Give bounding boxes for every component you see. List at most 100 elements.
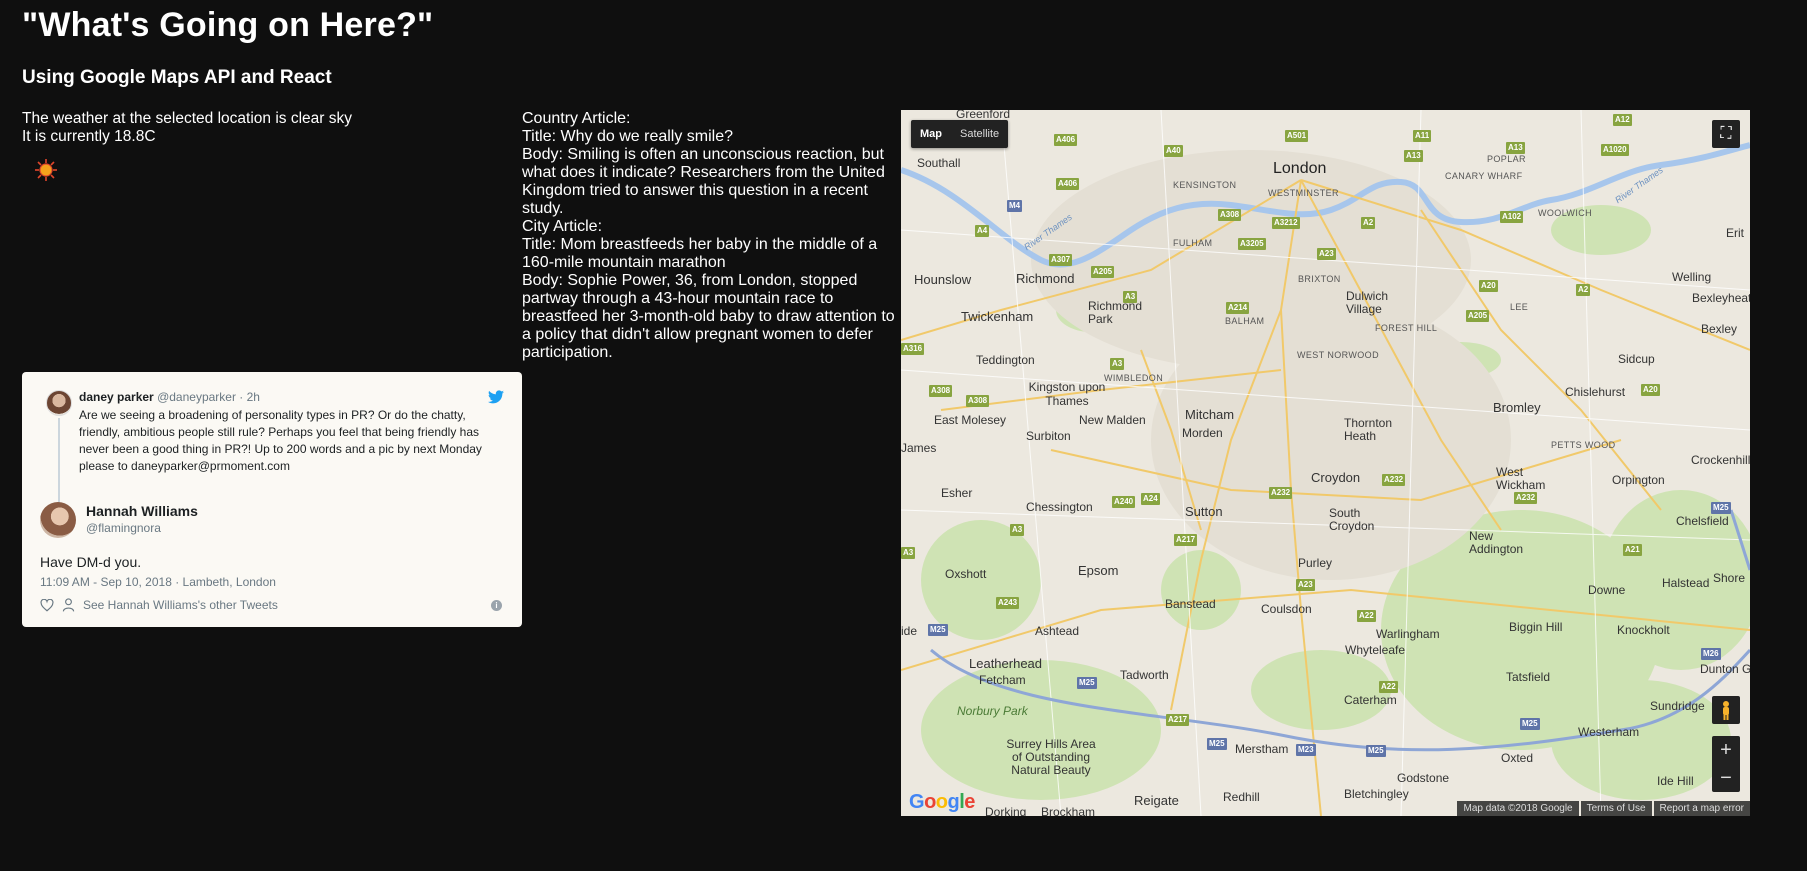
road-a217: A217 xyxy=(1174,534,1198,546)
road-a22: A22 xyxy=(1357,610,1376,622)
place-welling: Welling xyxy=(1672,270,1712,284)
twitter-bird-icon[interactable] xyxy=(488,390,504,404)
place-bletchingley: Bletchingley xyxy=(1344,787,1409,801)
report-map-error-link[interactable]: Report a map error xyxy=(1653,801,1750,816)
place-brockham: Brockham xyxy=(1041,805,1096,816)
road-a24: A24 xyxy=(1141,493,1160,505)
author-handle[interactable]: @flamingnora xyxy=(86,521,161,535)
info-icon[interactable]: i xyxy=(491,600,502,611)
place-biggin-hill: Biggin Hill xyxy=(1509,620,1563,634)
road-a22-south: A22 xyxy=(1379,681,1398,693)
road-a240: A240 xyxy=(1112,496,1136,508)
road-a13-east: A13 xyxy=(1506,142,1525,154)
pegman-icon[interactable] xyxy=(1712,696,1740,724)
place-banstead: Banstead xyxy=(1165,597,1216,611)
place-chessington: Chessington xyxy=(1026,500,1093,514)
place-west-wickham: West Wickham xyxy=(1496,465,1546,492)
zoom-in-button[interactable]: + xyxy=(1712,736,1740,764)
place-petts-wood: PETTS WOOD xyxy=(1551,440,1616,450)
place-coulsdon: Coulsdon xyxy=(1261,602,1312,616)
road-a205-east: A205 xyxy=(1466,310,1490,322)
place-southall: Southall xyxy=(917,156,961,170)
place-esher: Esher xyxy=(941,486,973,500)
embedded-tweet[interactable]: daney parker @daneyparker · 2h Are we se… xyxy=(22,372,522,627)
road-a4: A4 xyxy=(975,225,990,237)
place-hounslow: Hounslow xyxy=(914,272,972,287)
place-new-addington: New Addington xyxy=(1469,529,1524,556)
road-a232-east: A232 xyxy=(1514,492,1538,504)
weather-description: The weather at the selected location is … xyxy=(22,110,352,127)
heart-icon[interactable] xyxy=(40,598,54,612)
place-wimbledon: WIMBLEDON xyxy=(1104,373,1164,383)
road-a1020: A1020 xyxy=(1601,144,1629,156)
quoted-author-name[interactable]: daney parker xyxy=(79,390,154,404)
place-warlingham: Warlingham xyxy=(1376,627,1440,641)
author-name[interactable]: Hannah Williams xyxy=(86,503,198,519)
quoted-author-avatar[interactable] xyxy=(46,390,72,416)
place-side: ide xyxy=(901,624,918,638)
other-tweets-link[interactable]: See Hannah Williams's other Tweets xyxy=(83,598,278,612)
road-a2-east: A2 xyxy=(1576,284,1591,296)
place-east-molesey: East Molesey xyxy=(934,413,1007,427)
road-a13: A13 xyxy=(1404,150,1423,162)
place-richmond-park: Richmond Park xyxy=(1088,299,1143,326)
place-croydon: Croydon xyxy=(1311,470,1361,485)
road-a3-south: A3 xyxy=(1110,358,1125,370)
place-shoreham: Shore xyxy=(1713,571,1746,585)
fullscreen-icon[interactable]: ⛶ xyxy=(1712,120,1740,148)
city-article-body: Body: Sophie Power, 36, from London, sto… xyxy=(522,272,895,361)
author-avatar[interactable] xyxy=(40,502,76,538)
place-caterham: Caterham xyxy=(1344,693,1397,707)
map-type-satellite-button[interactable]: Satellite xyxy=(951,120,1008,148)
road-m25-south: M25 xyxy=(1077,677,1097,689)
road-a3: A3 xyxy=(1123,291,1138,303)
road-m4: M4 xyxy=(1007,200,1023,212)
road-m25-godstone: M25 xyxy=(1366,745,1386,757)
zoom-out-button[interactable]: − xyxy=(1712,764,1740,792)
place-bexleyheath: Bexleyheath xyxy=(1692,291,1750,305)
place-bromley: Bromley xyxy=(1493,400,1541,415)
place-westerham: Westerham xyxy=(1578,725,1640,739)
place-knockholt: Knockholt xyxy=(1617,623,1670,637)
place-godstone: Godstone xyxy=(1397,771,1450,785)
quoted-author-handle[interactable]: @daneyparker xyxy=(157,390,236,404)
page-title: "What's Going on Here?" xyxy=(22,6,434,44)
google-map[interactable]: London Greenford Southall KENSINGTON WES… xyxy=(901,110,1750,816)
road-a233: A232 xyxy=(1269,487,1293,499)
quoted-tweet-time[interactable]: · 2h xyxy=(239,390,260,404)
place-canary-wharf: CANARY WHARF xyxy=(1445,171,1523,181)
road-a20: A20 xyxy=(1479,280,1498,292)
tweet-actions: See Hannah Williams's other Tweets xyxy=(40,598,278,612)
road-m25-southeast: M25 xyxy=(1520,718,1540,730)
terms-of-use-link[interactable]: Terms of Use xyxy=(1580,801,1652,816)
road-a308: A308 xyxy=(1218,209,1242,221)
place-mitcham: Mitcham xyxy=(1185,407,1235,422)
road-a23: A23 xyxy=(1317,248,1336,260)
place-whyteleafe: Whyteleafe xyxy=(1345,643,1406,657)
tweet-timestamp-location[interactable]: 11:09 AM - Sep 10, 2018 · Lambeth, Londo… xyxy=(40,575,276,589)
road-a23-south: A23 xyxy=(1296,579,1315,591)
place-balham: BALHAM xyxy=(1225,316,1265,326)
country-article-title: Title: Why do we really smile? xyxy=(522,128,734,145)
place-lee: LEE xyxy=(1510,302,1529,312)
map-tiles[interactable] xyxy=(901,110,1750,816)
map-type-control: Map Satellite xyxy=(911,120,1009,148)
place-woolwich: WOOLWICH xyxy=(1538,208,1593,218)
road-a12: A12 xyxy=(1613,114,1632,126)
place-fulham: FULHAM xyxy=(1173,238,1213,248)
page-subtitle: Using Google Maps API and React xyxy=(22,67,332,88)
place-dunton-green: Dunton Gr xyxy=(1700,662,1750,676)
place-westminster: WESTMINSTER xyxy=(1268,188,1339,198)
place-poplar: POPLAR xyxy=(1487,154,1526,164)
road-a205: A205 xyxy=(1091,266,1115,278)
google-logo[interactable]: Google xyxy=(909,791,975,814)
place-thornton-heath: Thornton Heath xyxy=(1344,416,1393,443)
place-twickenham: Twickenham xyxy=(961,309,1034,324)
road-a2: A2 xyxy=(1361,217,1376,229)
place-bexley: Bexley xyxy=(1701,322,1738,336)
map-type-map-button[interactable]: Map xyxy=(911,120,951,148)
road-a102: A102 xyxy=(1500,211,1524,223)
map-data-credit: Map data ©2018 Google xyxy=(1457,801,1579,816)
place-forest-hill: FOREST HILL xyxy=(1375,323,1438,333)
place-merstham: Merstham xyxy=(1235,742,1289,756)
